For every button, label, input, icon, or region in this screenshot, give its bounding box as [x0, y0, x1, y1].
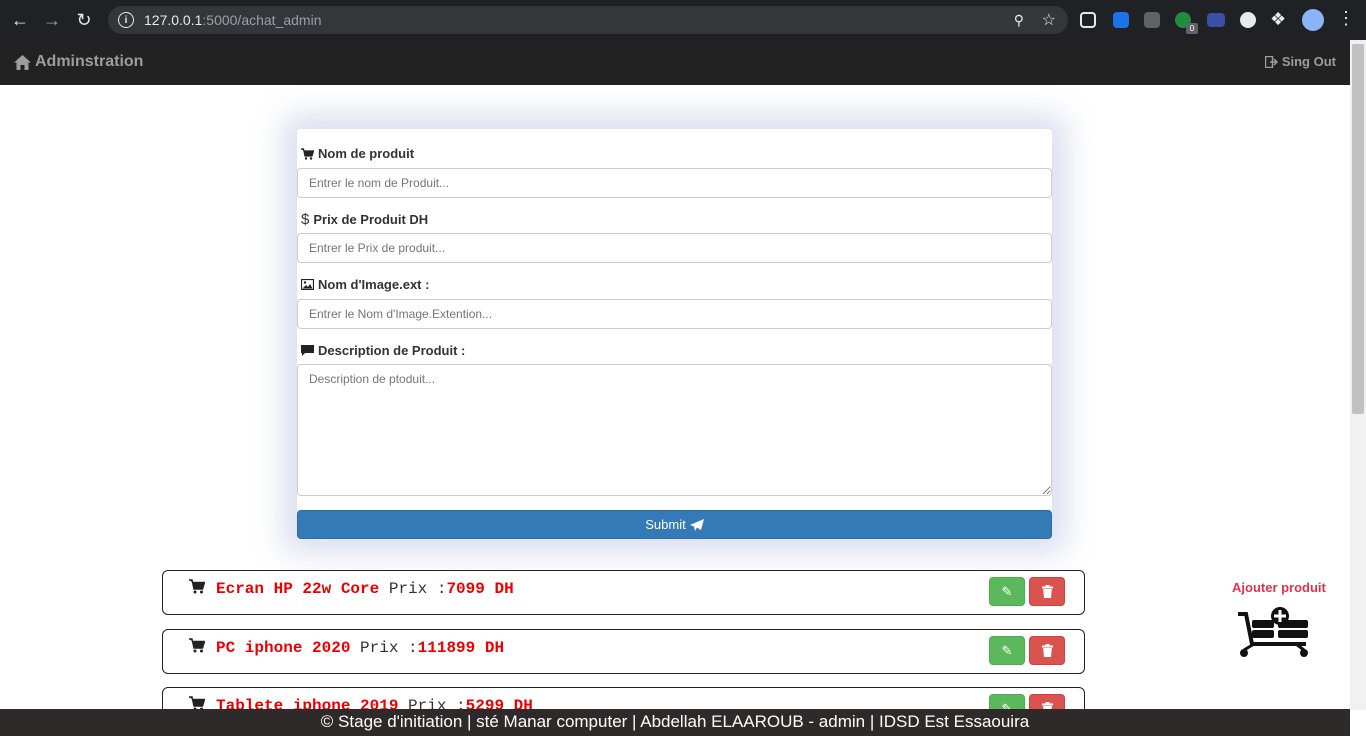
profile-avatar-icon[interactable]: [1302, 9, 1324, 31]
product-row: Ecran HP 22w Core Prix :7099 DH ✎: [162, 570, 1085, 615]
product-name-label: Nom de produit: [301, 146, 414, 161]
brand-label: Adminstration: [35, 53, 144, 70]
log-out-icon: [1264, 55, 1278, 68]
dollar-icon: $: [301, 211, 310, 228]
product-name: PC iphone 2020: [216, 639, 351, 657]
app-navbar: Adminstration Sing Out: [0, 40, 1350, 85]
delete-button[interactable]: [1029, 577, 1065, 606]
product-price-input[interactable]: [297, 233, 1052, 263]
page-footer: © Stage d'initiation | sté Manar compute…: [0, 709, 1350, 736]
signout-label: Sing Out: [1281, 54, 1336, 69]
product-name-label-text: Nom de produit: [318, 146, 415, 161]
edit-button[interactable]: ✎: [989, 636, 1025, 665]
extension-translate-icon[interactable]: [1207, 13, 1225, 27]
product-text: PC iphone 2020 Prix :111899 DH: [216, 639, 504, 657]
page-scrollbar-thumb[interactable]: [1352, 44, 1364, 414]
product-image-input[interactable]: [297, 299, 1052, 329]
product-price: 7099 DH: [446, 580, 514, 598]
shopping-cart-icon: [189, 579, 206, 599]
back-icon[interactable]: ←: [8, 8, 32, 32]
trash-icon: [1041, 585, 1053, 598]
browser-toolbar: ← → ↻ i 127.0.0.1:5000/achat_admin ⚲ ☆ 0…: [0, 0, 1366, 40]
extension-grey-icon[interactable]: [1144, 12, 1160, 28]
forward-icon[interactable]: →: [40, 8, 64, 32]
delete-button[interactable]: [1029, 636, 1065, 665]
add-product-link[interactable]: Ajouter produit: [1232, 580, 1326, 595]
signout-link[interactable]: Sing Out: [1264, 54, 1336, 69]
product-row: PC iphone 2020 Prix :111899 DH ✎: [162, 629, 1085, 674]
product-price-label-text: Prix de Produit DH: [313, 212, 429, 227]
product-description-label: Description de Produit :: [301, 343, 465, 358]
extension-circle-icon[interactable]: [1240, 12, 1256, 28]
browser-menu-icon[interactable]: ⋮: [1337, 8, 1355, 29]
address-bar[interactable]: i 127.0.0.1:5000/achat_admin ⚲ ☆: [108, 6, 1068, 34]
pencil-icon: ✎: [1001, 583, 1013, 599]
trash-icon: [1041, 644, 1053, 657]
product-description-textarea[interactable]: [297, 364, 1052, 496]
edit-button[interactable]: ✎: [989, 577, 1025, 606]
site-info-icon[interactable]: i: [118, 12, 134, 28]
home-icon: [14, 54, 31, 70]
picture-icon: [301, 279, 314, 290]
url-text: 127.0.0.1:5000/achat_admin: [144, 12, 321, 28]
extension-badge: 0: [1186, 23, 1198, 34]
submit-button[interactable]: Submit: [297, 510, 1052, 539]
pencil-icon: ✎: [1001, 642, 1013, 658]
zoom-icon[interactable]: ⚲: [1014, 12, 1024, 29]
product-price-label: Prix :: [388, 580, 447, 598]
product-description-label-text: Description de Produit :: [318, 343, 466, 358]
comment-icon: [301, 344, 314, 356]
extension-blue-icon[interactable]: [1113, 12, 1129, 28]
product-name-input[interactable]: [297, 168, 1052, 198]
submit-label: Submit: [645, 517, 686, 532]
product-image-label-text: Nom d'Image.ext :: [318, 277, 430, 292]
extensions-puzzle-icon[interactable]: ❖: [1270, 9, 1286, 30]
product-name: Ecran HP 22w Core: [216, 580, 380, 598]
url-path: :5000/achat_admin: [202, 12, 322, 28]
product-price-label: $ Prix de Produit DH: [301, 211, 428, 228]
add-product-form: Nom de produit $ Prix de Produit DH Nom …: [297, 129, 1052, 539]
extension-cube-icon[interactable]: [1080, 12, 1096, 28]
brand-link[interactable]: Adminstration: [14, 53, 143, 71]
shopping-cart-icon: [301, 147, 314, 160]
bookmark-star-icon[interactable]: ☆: [1042, 10, 1056, 30]
shopping-cart-icon: [189, 638, 206, 658]
product-price-label: Prix :: [360, 639, 418, 657]
product-text: Ecran HP 22w Core Prix :7099 DH: [216, 580, 514, 598]
product-image-label: Nom d'Image.ext :: [301, 277, 429, 292]
reload-icon[interactable]: ↻: [72, 8, 96, 32]
url-host: 127.0.0.1: [144, 12, 203, 28]
add-to-cart-icon[interactable]: [1236, 606, 1316, 658]
send-icon: [689, 518, 704, 531]
product-price: 111899 DH: [417, 639, 505, 657]
